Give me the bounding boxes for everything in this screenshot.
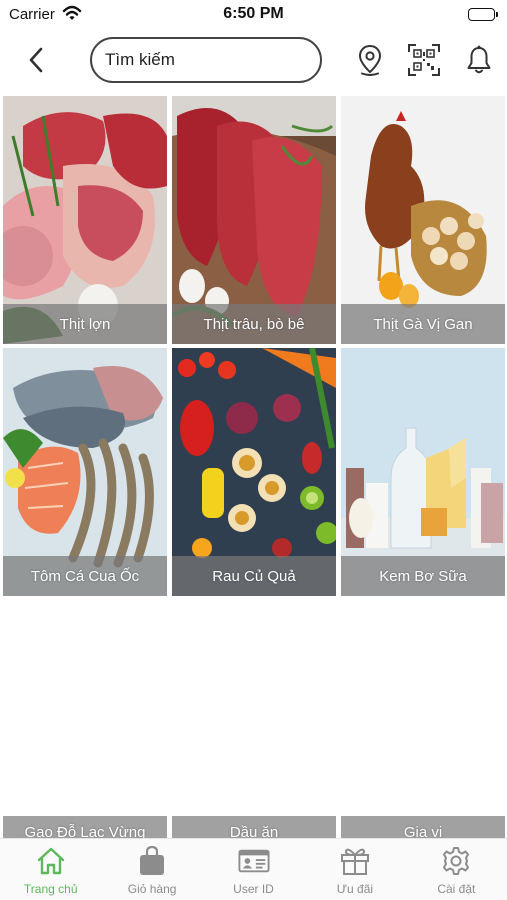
tab-home[interactable]: Trang chủ xyxy=(0,839,101,900)
tab-label: Ưu đãi xyxy=(336,882,374,896)
category-label: Rau Củ Quả xyxy=(172,556,336,596)
qr-code-icon xyxy=(408,44,440,76)
location-pin-icon xyxy=(358,44,382,76)
category-label: Thịt lợn xyxy=(3,304,167,344)
battery-icon xyxy=(468,8,498,21)
status-bar: Carrier 6:50 PM xyxy=(0,0,507,30)
category-tile-grains[interactable]: Gạo Đỗ Lạc Vừng xyxy=(3,600,167,848)
tab-settings[interactable]: Cài đặt xyxy=(406,839,507,900)
status-time: 6:50 PM xyxy=(223,5,284,22)
tab-label: Cài đặt xyxy=(437,882,476,896)
category-tile-beef[interactable]: Thịt trâu, bò bê xyxy=(172,96,336,344)
top-nav-bar: Tìm kiếm xyxy=(0,34,507,88)
category-label: Tôm Cá Cua Ốc xyxy=(3,556,167,596)
category-tile-vegetables[interactable]: Rau Củ Quả xyxy=(172,348,336,596)
id-card-icon xyxy=(237,846,270,876)
gift-icon xyxy=(339,846,371,876)
category-tile-chicken[interactable]: Thịt Gà Vị Gan xyxy=(341,96,505,344)
back-icon xyxy=(29,47,43,73)
shopping-bag-icon xyxy=(136,846,168,876)
category-tile-pork[interactable]: Thịt lợn xyxy=(3,96,167,344)
gear-icon xyxy=(440,846,472,876)
qr-scan-button[interactable] xyxy=(408,43,440,77)
tab-label: Giỏ hàng xyxy=(127,882,177,896)
back-button[interactable] xyxy=(20,44,52,76)
home-icon xyxy=(35,846,67,876)
category-label: Kem Bơ Sữa xyxy=(341,556,505,596)
bottom-tab-bar: Trang chủ Giỏ hàng User ID Ưu đãi Cài đặ… xyxy=(0,838,507,900)
category-label: Thịt trâu, bò bê xyxy=(172,304,336,344)
location-button[interactable] xyxy=(354,43,386,77)
bell-icon xyxy=(467,45,491,74)
category-tile-seafood[interactable]: Tôm Cá Cua Ốc xyxy=(3,348,167,596)
category-tile-cooking-oil[interactable]: Dầu ăn xyxy=(172,600,336,848)
tab-label: User ID xyxy=(233,882,274,896)
category-tile-dairy[interactable]: Kem Bơ Sữa xyxy=(341,348,505,596)
tab-offers[interactable]: Ưu đãi xyxy=(304,839,405,900)
category-label: Thịt Gà Vị Gan xyxy=(341,304,505,344)
notifications-button[interactable] xyxy=(463,43,495,77)
search-placeholder: Tìm kiếm xyxy=(105,50,175,69)
category-tile-spices[interactable]: Gia vị xyxy=(341,600,505,848)
tab-user-id[interactable]: User ID xyxy=(203,839,304,900)
tab-label: Trang chủ xyxy=(23,882,78,896)
tab-cart[interactable]: Giỏ hàng xyxy=(101,839,202,900)
search-input[interactable]: Tìm kiếm xyxy=(90,37,322,83)
